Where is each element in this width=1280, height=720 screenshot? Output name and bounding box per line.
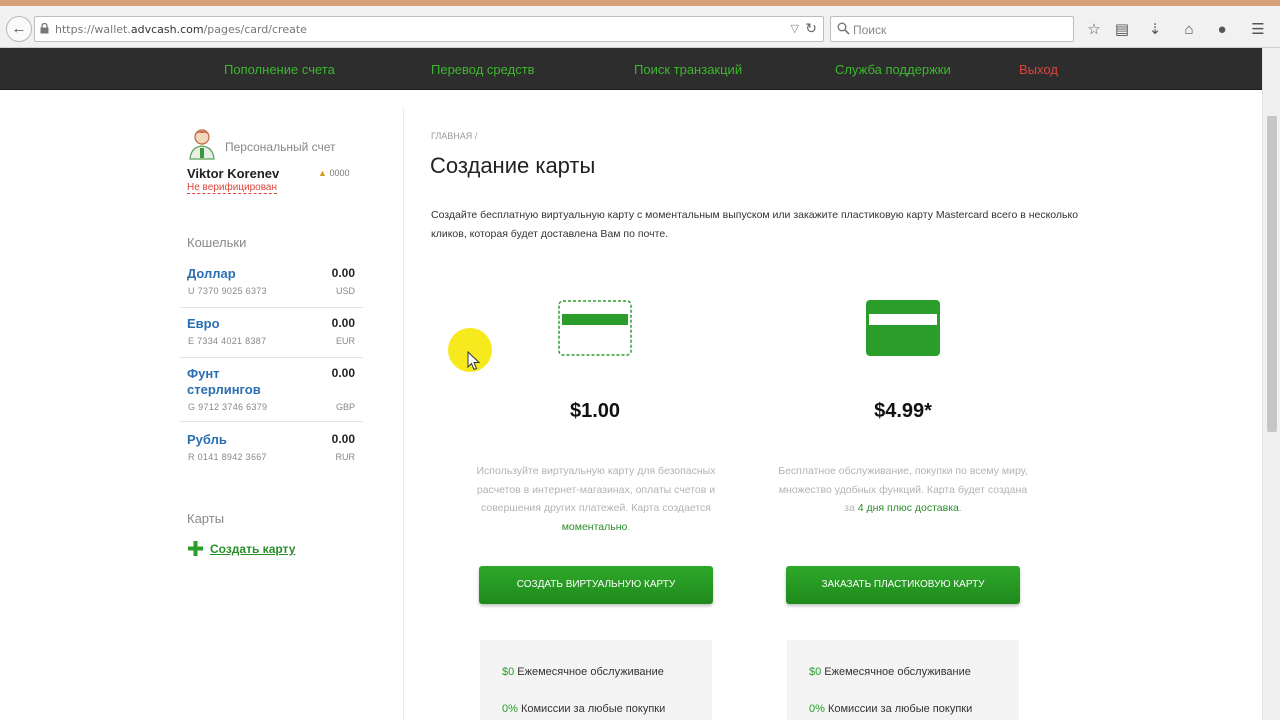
breadcrumb[interactable]: главная / [431,131,477,141]
wallet-currency: RUR [335,452,356,462]
search-placeholder: Поиск [853,23,887,37]
browser-toolbar: ← https://wallet.advcash.com/pages/card/… [0,6,1280,48]
home-icon[interactable]: ⌂ [1180,21,1198,39]
plus-icon[interactable] [188,541,203,556]
wallet-name: Евро [187,316,220,331]
wallet-number: U 7370 9025 6373 [188,286,267,296]
reload-icon[interactable]: ↻ [805,20,817,37]
wallet-currency: GBP [335,402,355,412]
verification-status[interactable]: Не верифицирован [187,182,278,194]
wallet-number: G 9712 3746 6379 [188,402,268,412]
wallet-item-eur[interactable]: Евро 0.00 E 7334 4021 8387 EUR [180,316,363,358]
avatar [189,129,215,160]
wallet-item-gbp[interactable]: Фунт стерлингов 0.00 G 9712 3746 6379 GB… [180,366,363,422]
wallet-currency: USD [335,286,355,296]
cards-title: Карты [187,511,225,526]
back-button[interactable]: ← [6,16,32,42]
create-card-link[interactable]: Создать карту [210,542,295,556]
virtual-card-icon [558,300,632,356]
plastic-card-icon [866,300,940,356]
wallet-currency: EUR [335,336,355,346]
download-icon[interactable]: ⇣ [1146,21,1164,39]
wallet-item-usd[interactable]: Доллар 0.00 U 7370 9025 6373 USD [180,266,363,308]
points-badge: ▲ 0000 [318,168,349,178]
arrow-left-icon: ← [11,20,27,37]
virtual-card-price: $1.00 [569,400,621,422]
nav-exit[interactable]: Выход [1019,62,1058,77]
feature-commission: 0% Комиссии за любые покупки [809,703,973,715]
wallet-amount: 0.00 [331,432,355,446]
order-plastic-card-button[interactable]: Заказать пластиковую карту [786,566,1020,604]
plastic-card-description: Бесплатное обслуживание, покупки по всем… [778,465,1028,514]
wallet-amount: 0.00 [331,366,355,380]
mouse-pointer-icon [467,351,481,371]
address-bar[interactable]: https://wallet.advcash.com/pages/card/cr… [34,16,824,42]
feature-monthly-fee: $0 Ежемесячное обслуживание [502,666,664,678]
nav-transaction-search[interactable]: Поиск транзакций [634,62,742,77]
intro-text: Создайте бесплатную виртуальную карту с … [431,209,1079,240]
plastic-card-features: $0 Ежемесячное обслуживание 0% Комиссии … [787,640,1019,720]
wallet-name: Доллар [187,266,236,281]
search-icon [837,22,850,35]
url-text: https://wallet.advcash.com/pages/card/cr… [55,23,307,36]
points-icon: ▲ [318,168,327,178]
wallet-item-rur[interactable]: Рубль 0.00 R 0141 8942 3667 RUR [180,432,363,468]
clipboard-icon[interactable]: ▤ [1113,21,1131,39]
chat-icon[interactable]: ● [1213,21,1231,39]
feature-commission: 0% Комиссии за любые покупки [502,703,666,715]
dropdown-icon[interactable]: ▽ [791,22,799,35]
plastic-card-price: $4.99* [874,400,932,422]
scroll-thumb[interactable] [1267,116,1277,432]
page-title: Создание карты [430,153,596,178]
content-divider [403,108,404,720]
wallet-name: Рубль [187,432,227,447]
lock-icon [40,23,49,34]
wallet-number: R 0141 8942 3667 [188,452,267,462]
page-scrollbar[interactable] [1262,48,1280,720]
search-input[interactable]: Поиск [830,16,1074,42]
feature-monthly-fee: $0 Ежемесячное обслуживание [809,666,971,678]
nav-support[interactable]: Служба поддержки [835,62,951,77]
wallet-name: Фунт стерлингов [187,366,261,397]
create-virtual-card-button[interactable]: Создать виртуальную карту [479,566,713,604]
virtual-card-description: Используйте виртуальную карту для безопа… [476,465,716,533]
wallet-amount: 0.00 [331,316,355,330]
wallet-amount: 0.00 [331,266,355,280]
site-nav: Пополнение счета Перевод средств Поиск т… [0,48,1262,90]
bookmark-star-icon[interactable]: ☆ [1085,21,1103,39]
virtual-card-features: $0 Ежемесячное обслуживание 0% Комиссии … [480,640,712,720]
wallet-number: E 7334 4021 8387 [188,336,267,346]
nav-transfer[interactable]: Перевод средств [431,62,535,77]
wallets-title: Кошельки [187,235,247,250]
nav-deposit[interactable]: Пополнение счета [224,62,335,77]
account-type: Персональный счет [225,140,336,154]
points-value: 0000 [329,168,350,178]
menu-icon[interactable]: ☰ [1249,21,1267,39]
user-name: Viktor Korenev [187,166,280,181]
